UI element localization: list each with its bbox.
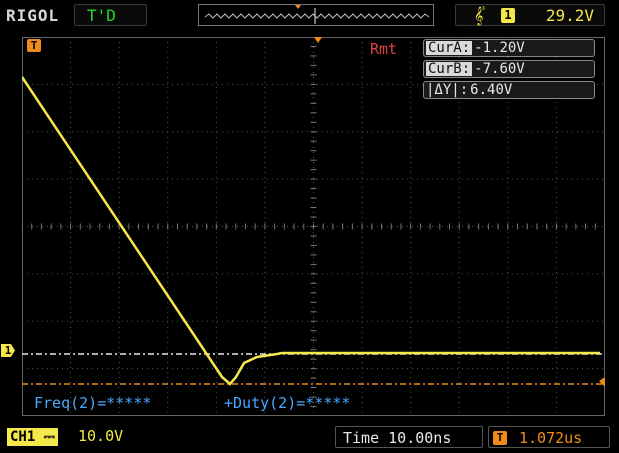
bottom-status-bar: CH1 ⎓ 10.0V Time 10.00ns T 1.072us	[0, 423, 619, 453]
cursor-right-marker	[599, 377, 605, 387]
cursor-b-label: CurB:	[426, 61, 473, 77]
rising-edge-icon: 𝄟	[474, 6, 486, 25]
cursor-delta-value: 6.40V	[470, 82, 513, 98]
trigger-status: T'D	[74, 4, 147, 26]
dc-coupling-icon: ⎓	[43, 429, 55, 445]
trigger-level: 29.2V	[545, 6, 594, 25]
ch1-ground-marker: 1	[1, 344, 15, 357]
cursor-a-readout: CurA: -1.20V	[423, 39, 595, 57]
trigger-channel-badge: 1	[501, 8, 515, 23]
frequency-measurement: Freq(2)=*****	[34, 394, 152, 412]
memory-depth-indicator	[198, 4, 434, 26]
remote-indicator: Rmt	[370, 40, 398, 58]
cursor-a-label: CurA:	[426, 40, 473, 56]
trigger-delay-marker: T	[493, 431, 507, 445]
cursor-b-value: -7.60V	[474, 61, 525, 77]
top-status-bar: RIGOL T'D 𝄟 1 29.2V	[0, 0, 619, 30]
cursor-delta-readout: |ΔY|: 6.40V	[423, 81, 595, 99]
trigger-delay: T 1.072us	[488, 426, 610, 448]
ch1-label-text: CH1	[10, 429, 36, 445]
ch1-waveform	[22, 76, 600, 386]
cursor-b-readout: CurB: -7.60V	[423, 60, 595, 78]
trigger-top-arrow	[314, 37, 322, 43]
time-base: Time 10.00ns	[335, 426, 483, 448]
trigger-delay-value: 1.072us	[519, 429, 583, 447]
memory-waveform-icon	[204, 5, 430, 24]
trigger-status-text: T'D	[87, 6, 116, 25]
ch1-scale: 10.0V	[78, 427, 124, 445]
cursor-delta-label: |ΔY|:	[426, 82, 469, 98]
trigger-settings: 𝄟 1 29.2V	[455, 4, 605, 26]
brand-logo: RIGOL	[6, 6, 60, 25]
ch1-label: CH1 ⎓	[7, 428, 58, 446]
cursor-a-value: -1.20V	[474, 40, 525, 56]
cursor-readout-panel: CurA: -1.20V CurB: -7.60V |ΔY|: 6.40V	[423, 39, 595, 102]
duty-measurement: +Duty(2)=*****	[224, 394, 351, 412]
